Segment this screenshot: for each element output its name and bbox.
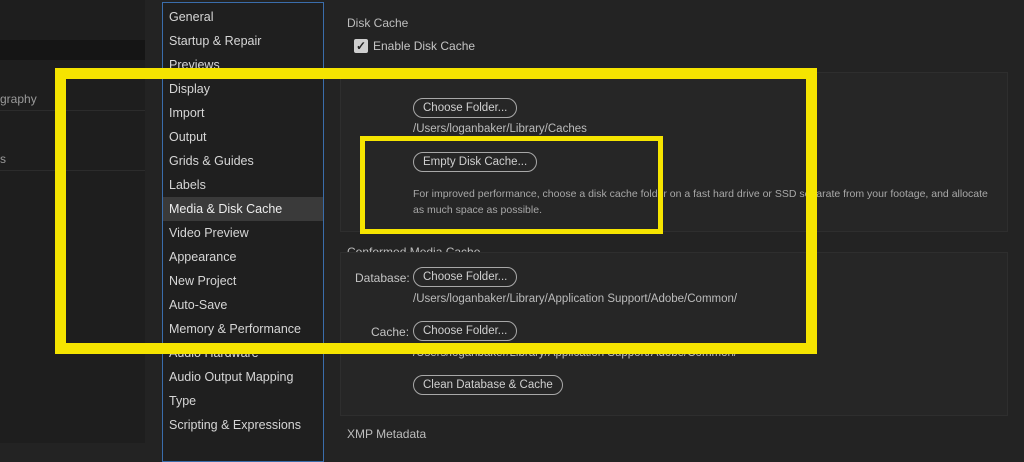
nav-item-startup-repair[interactable]: Startup & Repair [163, 29, 323, 53]
disk-cache-heading: Disk Cache [347, 16, 409, 30]
clean-database-cache-button[interactable]: Clean Database & Cache [413, 375, 563, 395]
left-panel-row-label: s [0, 152, 6, 166]
xmp-metadata-heading: XMP Metadata [347, 427, 427, 441]
small-highlight-box [360, 136, 663, 234]
enable-disk-cache-label: Enable Disk Cache [373, 39, 476, 53]
left-panel-row-label: graphy [0, 92, 37, 106]
nav-item-audio-output-mapping[interactable]: Audio Output Mapping [163, 365, 323, 389]
nav-item-general[interactable]: General [163, 5, 323, 29]
nav-item-scripting-expressions[interactable]: Scripting & Expressions [163, 413, 323, 437]
nav-item-type[interactable]: Type [163, 389, 323, 413]
enable-disk-cache-checkbox[interactable]: ✓ [354, 39, 368, 53]
left-panel-header-bar [0, 40, 145, 60]
